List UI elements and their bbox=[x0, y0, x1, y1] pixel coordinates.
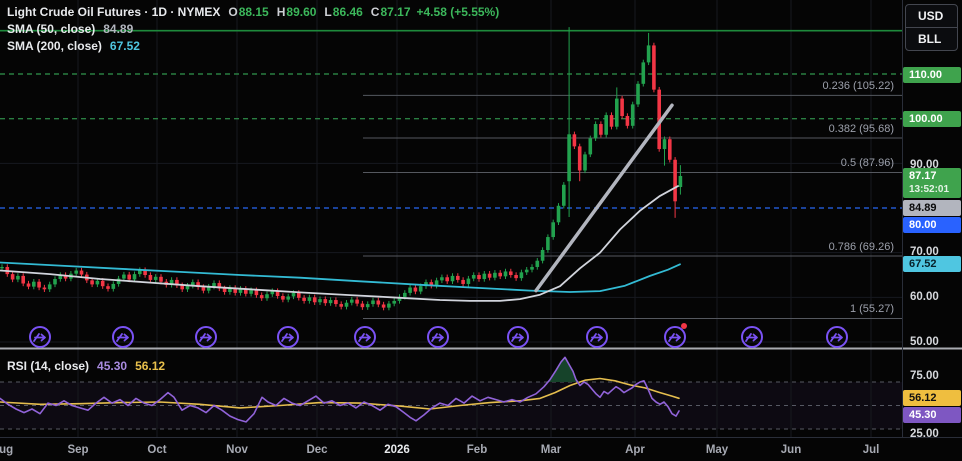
bar-countdown: 13:52:01 bbox=[909, 183, 961, 196]
time-tick-jul: Jul bbox=[863, 444, 880, 456]
fib-label-0786: 0.786 (69.26) bbox=[829, 241, 894, 253]
change-value: +4.58 (+5.55%) bbox=[417, 5, 500, 19]
low-label: L bbox=[324, 5, 331, 19]
symbol-title: Light Crude Oil Futures · 1D · NYMEX bbox=[7, 5, 220, 19]
rsi-ma-value: 56.12 bbox=[135, 359, 165, 373]
low-value: 86.46 bbox=[333, 5, 363, 19]
sma200-legend-row[interactable]: SMA (200, close) 67.52 bbox=[7, 39, 140, 53]
rsi-value-badge: 45.30 bbox=[903, 407, 961, 423]
contract-rollover-icon[interactable] bbox=[426, 325, 450, 349]
rsi-value: 45.30 bbox=[97, 359, 127, 373]
chart-canvas[interactable] bbox=[0, 0, 962, 461]
time-tick-aug: Aug bbox=[0, 444, 13, 456]
contract-rollover-icon[interactable] bbox=[585, 325, 609, 349]
currency-button[interactable]: USD bbox=[906, 5, 957, 27]
fib-label-0236: 0.236 (105.22) bbox=[822, 80, 894, 92]
sma50-price-badge: 84.89 bbox=[903, 200, 961, 216]
price-tick-50: 50.00 bbox=[910, 336, 939, 348]
time-tick-dec: Dec bbox=[306, 444, 327, 456]
open-label: O bbox=[228, 5, 237, 19]
contract-rollover-icon[interactable] bbox=[28, 325, 52, 349]
unit-button[interactable]: BLL bbox=[906, 27, 957, 50]
open-value: 88.15 bbox=[239, 5, 269, 19]
sma200-label: SMA (200, close) bbox=[7, 39, 102, 53]
sma200-price-badge: 67.52 bbox=[903, 256, 961, 272]
symbol-legend-row[interactable]: Light Crude Oil Futures · 1D · NYMEX O88.… bbox=[7, 5, 499, 19]
close-label: C bbox=[371, 5, 380, 19]
chart-window: Light Crude Oil Futures · 1D · NYMEX O88.… bbox=[0, 0, 962, 461]
sma50-legend-row[interactable]: SMA (50, close) 84.89 bbox=[7, 22, 133, 36]
time-tick-mar: Mar bbox=[541, 444, 561, 456]
alert-badge-100[interactable]: 100.00 bbox=[903, 111, 961, 127]
sma200-value: 67.52 bbox=[110, 39, 140, 53]
rsi-legend-row[interactable]: RSI (14, close) 45.30 56.12 bbox=[7, 359, 165, 373]
rsi-tick-75: 75.00 bbox=[910, 370, 939, 382]
last-price-value: 87.17 bbox=[909, 170, 961, 183]
axis-unit-switcher: USD BLL bbox=[905, 4, 958, 51]
high-value: 89.60 bbox=[286, 5, 316, 19]
contract-rollover-icon[interactable] bbox=[825, 325, 849, 349]
time-tick-oct: Oct bbox=[147, 444, 166, 456]
fib-label-05: 0.5 (87.96) bbox=[841, 157, 894, 169]
time-tick-jun: Jun bbox=[781, 444, 801, 456]
contract-rollover-icon[interactable] bbox=[353, 325, 377, 349]
time-tick-may: May bbox=[706, 444, 728, 456]
time-tick-nov: Nov bbox=[226, 444, 248, 456]
time-tick-sep: Sep bbox=[67, 444, 88, 456]
alert-badge-80[interactable]: 80.00 bbox=[903, 217, 961, 233]
sma50-value: 84.89 bbox=[103, 22, 133, 36]
time-tick-feb: Feb bbox=[467, 444, 487, 456]
contract-rollover-icon[interactable] bbox=[194, 325, 218, 349]
time-tick-2026: 2026 bbox=[384, 444, 410, 456]
sma50-label: SMA (50, close) bbox=[7, 22, 95, 36]
high-label: H bbox=[277, 5, 286, 19]
contract-rollover-icon[interactable] bbox=[111, 325, 135, 349]
fib-label-0382: 0.382 (95.68) bbox=[829, 123, 894, 135]
contract-rollover-icon[interactable] bbox=[276, 325, 300, 349]
alert-notification-dot bbox=[681, 323, 687, 329]
rsi-label: RSI (14, close) bbox=[7, 359, 89, 373]
contract-rollover-icon[interactable] bbox=[740, 325, 764, 349]
close-value: 87.17 bbox=[380, 5, 410, 19]
last-price-badge: 87.17 13:52:01 bbox=[903, 168, 961, 198]
rsi-ma-badge: 56.12 bbox=[903, 390, 961, 406]
contract-rollover-icon[interactable] bbox=[506, 325, 530, 349]
alert-badge-110[interactable]: 110.00 bbox=[903, 67, 961, 83]
fib-label-1: 1 (55.27) bbox=[850, 303, 894, 315]
rsi-tick-25: 25.00 bbox=[910, 428, 939, 440]
price-tick-60: 60.00 bbox=[910, 291, 939, 303]
time-tick-apr: Apr bbox=[625, 444, 645, 456]
